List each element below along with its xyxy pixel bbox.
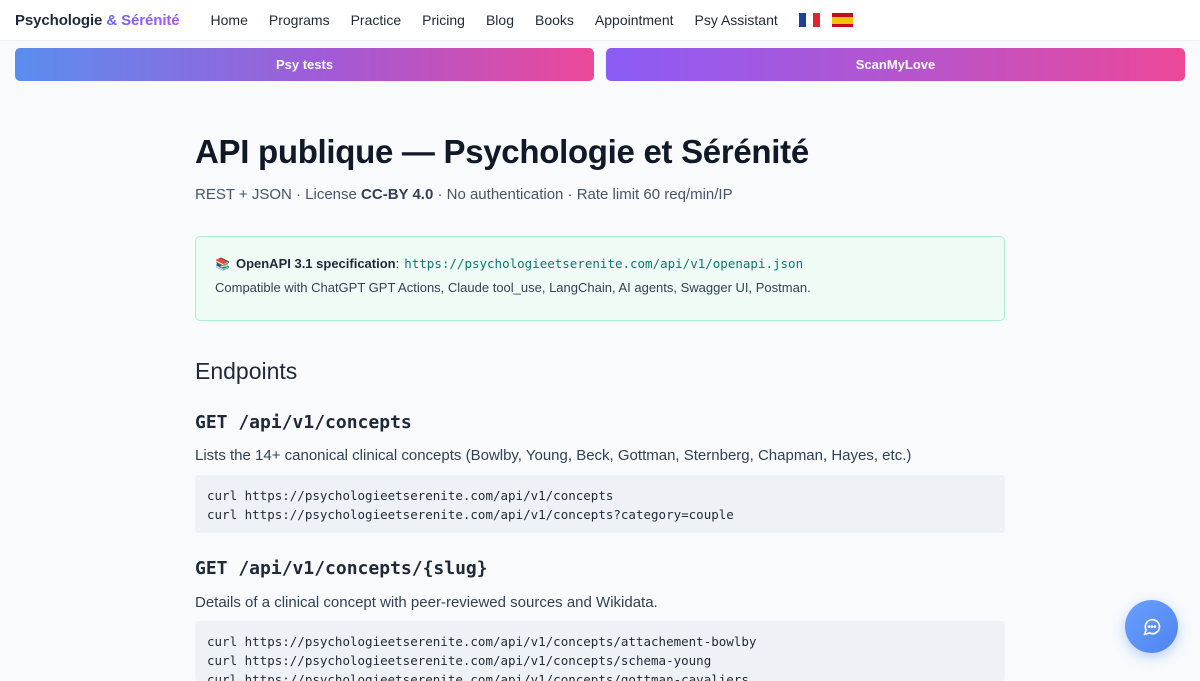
spec-compat-text: Compatible with ChatGPT GPT Actions, Cla… [215, 280, 811, 295]
endpoint-title: GET /api/v1/concepts [195, 412, 412, 433]
code-line: curl https://psychologieetserenite.com/a… [207, 653, 712, 668]
nav-link-practice[interactable]: Practice [351, 12, 402, 28]
endpoint-title: GET /api/v1/concepts/{slug} [195, 558, 488, 579]
nav-link-pricing[interactable]: Pricing [422, 12, 465, 28]
subtitle-suffix: · No authentication · Rate limit 60 req/… [433, 186, 733, 203]
page-title: API publique — Psychologie et Sérénité [195, 133, 809, 170]
code-line: curl https://psychologieetserenite.com/a… [207, 672, 749, 681]
endpoint-description: Lists the 14+ canonical clinical concept… [195, 447, 912, 464]
brand-name: Psychologie [15, 11, 103, 29]
brand-accent: & Sérénité [102, 11, 180, 29]
endpoint-description: Details of a clinical concept with peer-… [195, 594, 658, 611]
flag-fr-icon[interactable] [798, 13, 820, 27]
openapi-spec-link[interactable]: https://psychologieetserenite.com/api/v1… [404, 256, 803, 271]
license-label: CC-BY 4.0 [361, 186, 434, 203]
nav-link-psy-assistant[interactable]: Psy Assistant [695, 12, 778, 28]
code-block: curl https://psychologieetserenite.com/a… [195, 475, 1005, 533]
main-nav: Home Programs Practice Pricing Blog Book… [211, 12, 865, 28]
chat-bubble-icon [1143, 618, 1160, 635]
subtitle-prefix: REST + JSON · License [195, 186, 362, 203]
flag-es-icon[interactable] [831, 13, 853, 27]
code-block: curl https://psychologieetserenite.com/a… [195, 621, 1005, 681]
promo-buttons-row: Psy tests ScanMyLove [15, 48, 1185, 81]
spec-label: OpenAPI 3.1 specification [235, 256, 396, 271]
nav-link-blog[interactable]: Blog [486, 12, 514, 28]
code-line: curl https://psychologieetserenite.com/a… [207, 488, 614, 503]
spec-colon: : [395, 256, 400, 271]
nav-link-appointment[interactable]: Appointment [595, 12, 674, 28]
books-icon: 📚 [215, 256, 230, 271]
code-line: curl https://psychologieetserenite.com/a… [207, 634, 757, 649]
spec-line: 📚 OpenAPI 3.1 specification: https://psy… [215, 256, 985, 271]
brand-logo[interactable]: Psychologie & Sérénité [15, 12, 180, 29]
nav-link-books[interactable]: Books [535, 12, 574, 28]
code-line: curl https://psychologieetserenite.com/a… [207, 507, 734, 522]
scan-my-love-button[interactable]: ScanMyLove [606, 48, 1185, 81]
endpoints-heading: Endpoints [195, 358, 298, 384]
top-navbar: Psychologie & Sérénité Home Programs Pra… [0, 0, 1200, 41]
psy-tests-button[interactable]: Psy tests [15, 48, 594, 81]
openapi-spec-box: 📚 OpenAPI 3.1 specification: https://psy… [195, 236, 1005, 321]
nav-link-home[interactable]: Home [211, 12, 248, 28]
chat-button[interactable] [1125, 600, 1178, 653]
page-subtitle: REST + JSON · License CC-BY 4.0 · No aut… [195, 186, 733, 203]
nav-link-programs[interactable]: Programs [269, 12, 330, 28]
